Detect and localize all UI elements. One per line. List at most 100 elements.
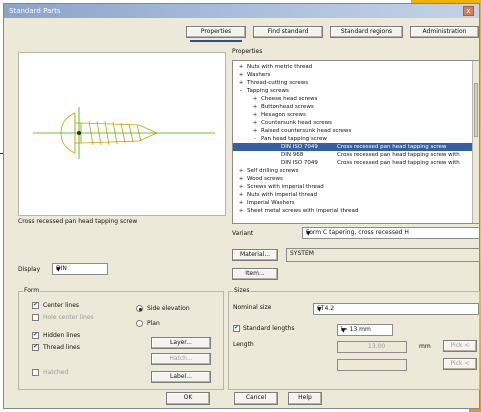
window-title: Standard Parts (9, 7, 61, 15)
collapse-icon[interactable]: - (252, 135, 258, 143)
expand-icon[interactable]: + (252, 119, 258, 127)
center-lines-checkbox[interactable] (32, 301, 39, 309)
pick-secondary-button[interactable]: Pick < (443, 358, 477, 370)
nominal-size-select[interactable]: ST4.2 ▼ (313, 303, 479, 315)
hatched-checkbox[interactable] (32, 369, 39, 376)
tree-item[interactable]: + Raised countersunk head screws (253, 127, 352, 135)
tree-item[interactable]: + Sheet metal screws with imperial threa… (239, 207, 359, 215)
length-input[interactable]: 13.00 (337, 341, 407, 353)
tree-item[interactable]: + Thread-cutting screws (239, 79, 309, 87)
material-button[interactable]: Material... (232, 249, 278, 261)
hole-center-lines-checkbox[interactable] (32, 314, 39, 321)
tree-item[interactable]: + Washers (239, 71, 271, 79)
tree-item[interactable]: + Wood screws (239, 175, 283, 183)
display-label: Display (18, 266, 41, 273)
expand-icon[interactable]: + (238, 207, 244, 215)
thread-lines-checkbox[interactable] (32, 343, 39, 351)
expand-icon[interactable]: + (238, 191, 244, 199)
tree-item-label: Countersunk head screws (261, 120, 333, 126)
length-secondary-input[interactable] (337, 359, 407, 371)
hatch-button[interactable]: Hatch... (151, 353, 211, 365)
plan-radio[interactable] (136, 320, 143, 327)
tree-item-label: DIN ISO 7049 (281, 144, 318, 150)
form-group: Form Center lines Hole center lines Hidd… (18, 287, 224, 390)
tree-item[interactable]: + Imperial Washers (239, 199, 295, 207)
help-button[interactable]: Help (288, 392, 322, 405)
tree-item-description: Cross recessed pan head tapping screw wi… (337, 160, 460, 166)
tree-item[interactable]: + Nuts with metric thread (239, 63, 313, 71)
expand-icon[interactable]: + (238, 175, 244, 183)
tree-item[interactable]: + Buttonhead screws (253, 103, 314, 111)
chevron-down-icon: ▼ (56, 266, 61, 273)
expand-icon[interactable]: + (238, 167, 244, 175)
expand-icon[interactable]: + (252, 127, 258, 135)
pick-length-button[interactable]: Pick < (443, 340, 477, 352)
length-unit: mm (419, 343, 431, 350)
tree-item[interactable]: DIN 968 Cross recessed pan head tapping … (233, 151, 473, 159)
tree-item-label: Nuts with imperial thread (247, 192, 318, 198)
tree-item-label: Screws with imperial thread (247, 184, 324, 190)
tab-properties[interactable]: Properties (186, 26, 246, 38)
form-group-label: Form (23, 287, 41, 294)
standard-lengths-checkbox[interactable] (233, 324, 240, 332)
tree-item[interactable]: + Countersunk head screws (253, 119, 333, 127)
tree-item[interactable]: - Pan head tapping screw (254, 135, 327, 143)
tree-item[interactable]: + Self drilling screws (239, 167, 299, 175)
tab-find-standard[interactable]: Find standard (253, 26, 323, 38)
tree-item-label: DIN 968 (281, 152, 304, 158)
part-preview (18, 52, 226, 216)
side-elevation-radio[interactable] (136, 305, 143, 312)
tree-item-label: Pan head tapping screw (261, 136, 327, 142)
collapse-icon[interactable]: - (238, 87, 244, 95)
display-select[interactable]: DIN ▼ (52, 263, 108, 275)
sizes-group-label: Sizes (233, 287, 251, 294)
hidden-lines-label: Hidden lines (43, 332, 81, 339)
expand-icon[interactable]: + (252, 111, 258, 119)
expand-icon[interactable]: + (238, 71, 244, 79)
tree-item[interactable]: + Hexagon screws (253, 111, 306, 119)
close-icon[interactable]: x (463, 6, 474, 16)
expand-icon[interactable]: + (238, 63, 244, 71)
expand-icon[interactable]: + (252, 95, 258, 103)
standard-lengths-label: Standard lengths (243, 325, 295, 332)
expand-icon[interactable]: + (238, 183, 244, 191)
center-lines-label: Center lines (43, 302, 80, 309)
side-elevation-label: Side elevation (147, 305, 190, 312)
tree-item[interactable]: + Cheese head screws (253, 95, 318, 103)
tree-item[interactable]: - Tapping screws (240, 87, 289, 95)
tab-administration[interactable]: Administration (410, 26, 479, 38)
hidden-lines-checkbox[interactable] (32, 331, 39, 339)
tree-item[interactable]: DIN ISO 7049 Cross recessed pan head tap… (233, 159, 473, 167)
tree-item-label: Wood screws (247, 176, 283, 182)
cancel-button[interactable]: Cancel (234, 392, 278, 405)
ok-button[interactable]: OK (166, 392, 210, 405)
tree-item-label: Thread-cutting screws (247, 80, 309, 86)
scrollbar-thumb[interactable] (474, 83, 478, 137)
tree-item-label: Raised countersunk head screws (261, 128, 352, 134)
sizes-group: Sizes Nominal size ST4.2 ▼ Standard leng… (228, 287, 480, 390)
tree-item-label: Sheet metal screws with imperial thread (247, 208, 359, 214)
item-button[interactable]: Item... (232, 268, 278, 280)
expand-icon[interactable]: + (238, 79, 244, 87)
tree-scrollbar[interactable] (472, 61, 479, 223)
nominal-size-label: Nominal size (233, 304, 272, 311)
hatched-label: Hatched (43, 369, 69, 376)
material-field: SYSTEM (286, 248, 480, 262)
label-button[interactable]: Label... (151, 371, 211, 383)
layer-button[interactable]: Layer... (151, 337, 211, 349)
length-select[interactable]: l= 13 mm ▼ (337, 324, 393, 336)
screw-drawing (33, 107, 215, 159)
tab-standard-regions[interactable]: Standard regions (330, 26, 403, 38)
parts-tree[interactable]: + Nuts with metric thread + Washers + Th… (232, 60, 480, 224)
tree-item[interactable]: + Nuts with imperial thread (239, 191, 318, 199)
tree-item-description: Cross recessed pan head tapping screw (337, 144, 447, 150)
expand-icon[interactable]: + (252, 103, 258, 111)
properties-heading: Properties (232, 48, 263, 55)
plan-label: Plan (147, 320, 160, 327)
tree-item[interactable]: + Screws with imperial thread (239, 183, 324, 191)
variant-label: Variant (232, 230, 254, 237)
variant-select[interactable]: Form C tapering, cross recessed H ▼ (302, 227, 480, 239)
tree-item-selected[interactable]: DIN ISO 7049 Cross recessed pan head tap… (233, 143, 473, 151)
tree-item-label: DIN ISO 7049 (281, 160, 318, 166)
expand-icon[interactable]: + (238, 199, 244, 207)
